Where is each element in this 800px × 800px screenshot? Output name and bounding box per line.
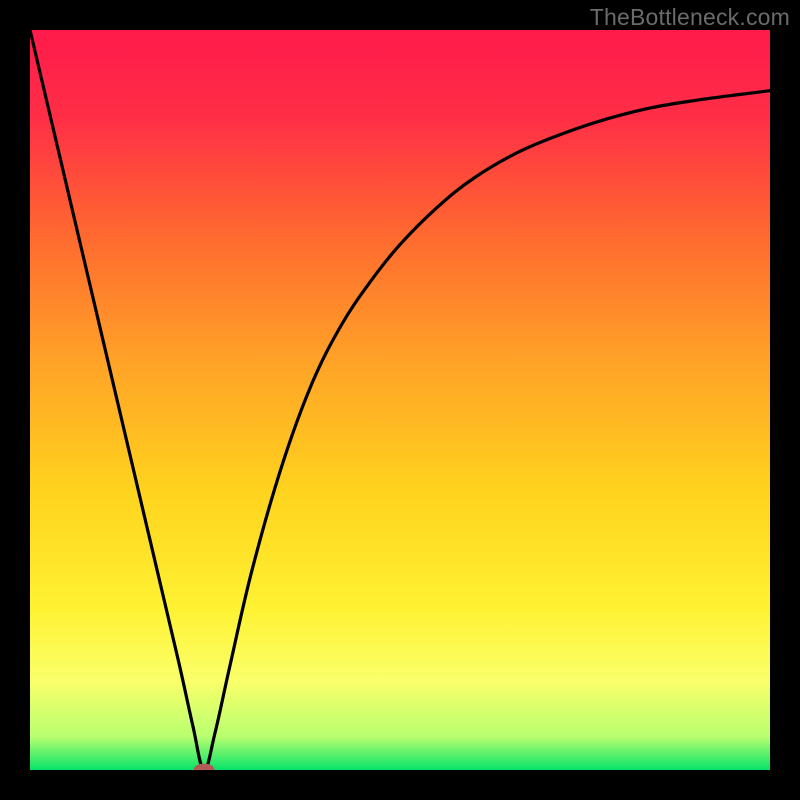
watermark-text: TheBottleneck.com	[590, 4, 790, 31]
chart-frame: TheBottleneck.com	[0, 0, 800, 800]
plot-area	[30, 30, 770, 770]
curve-layer	[30, 30, 770, 770]
optimal-point-marker	[194, 764, 215, 770]
bottleneck-curve	[30, 30, 770, 770]
